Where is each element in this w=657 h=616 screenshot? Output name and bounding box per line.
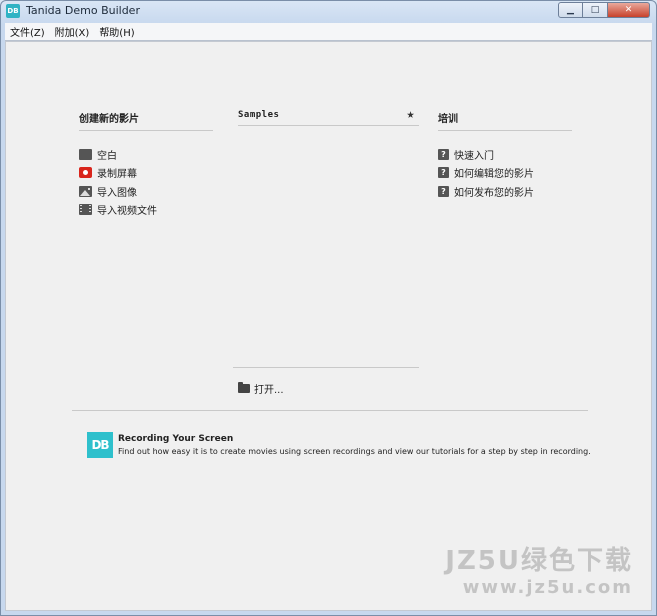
menu-bar: 文件(Z) 附加(X) 帮助(H)	[5, 23, 652, 41]
training-edit-link[interactable]: ? 如何编辑您的影片	[438, 164, 572, 183]
training-edit-label: 如何编辑您的影片	[454, 169, 534, 181]
folder-icon	[238, 382, 250, 393]
training-quickstart-link[interactable]: ? 快速入门	[438, 145, 572, 164]
watermark-line1: JZ5U绿色下载	[445, 546, 633, 576]
minimize-button[interactable]: ▁	[558, 2, 583, 18]
open-file-link[interactable]: 打开...	[238, 381, 284, 396]
tip-description: Find out how easy it is to create movies…	[118, 447, 591, 456]
create-section: 创建新的影片 空白 录制屏幕 导入图像 导入视频文件	[79, 110, 213, 219]
tip-title: Recording Your Screen	[118, 434, 234, 444]
record-icon	[79, 167, 92, 179]
samples-divider	[233, 367, 419, 368]
training-section: 培训 ? 快速入门 ? 如何编辑您的影片 ? 如何发布您的影片	[438, 110, 572, 201]
training-quickstart-label: 快速入门	[454, 150, 494, 162]
record-screen-link[interactable]: 录制屏幕	[79, 164, 213, 183]
start-panel: 创建新的影片 空白 录制屏幕 导入图像 导入视频文件 Samples ★ 打开.…	[5, 41, 652, 611]
training-publish-label: 如何发布您的影片	[454, 187, 534, 199]
samples-section: Samples ★	[238, 107, 419, 126]
app-window: DB Tanida Demo Builder ▁ □ ✕ 文件(Z) 附加(X)…	[0, 0, 657, 616]
title-bar: DB Tanida Demo Builder ▁ □ ✕	[1, 1, 656, 21]
training-heading: 培训	[438, 110, 572, 131]
star-icon[interactable]: ★	[407, 107, 415, 122]
help-icon: ?	[438, 167, 449, 179]
watermark: JZ5U绿色下载 www.jz5u.com	[445, 540, 633, 598]
section-divider	[72, 410, 588, 411]
create-heading: 创建新的影片	[79, 110, 213, 131]
create-blank-label: 空白	[97, 150, 117, 162]
tip-panel[interactable]: DB Recording Your Screen Find out how ea…	[87, 432, 591, 458]
import-video-link[interactable]: 导入视频文件	[79, 201, 213, 220]
app-logo-icon: DB	[6, 4, 20, 18]
menu-help[interactable]: 帮助(H)	[94, 24, 139, 39]
watermark-line2: www.jz5u.com	[462, 577, 633, 598]
samples-heading: Samples ★	[238, 107, 419, 126]
maximize-button[interactable]: □	[583, 2, 608, 18]
help-icon: ?	[438, 148, 449, 160]
db-logo-icon: DB	[87, 432, 113, 458]
close-button[interactable]: ✕	[608, 2, 650, 18]
window-title: Tanida Demo Builder	[26, 4, 140, 17]
record-screen-label: 录制屏幕	[97, 169, 137, 181]
film-icon	[79, 204, 92, 216]
import-images-label: 导入图像	[97, 187, 137, 199]
samples-heading-label: Samples	[238, 110, 280, 120]
image-icon	[79, 185, 92, 197]
menu-file[interactable]: 文件(Z)	[5, 24, 50, 39]
help-icon: ?	[438, 185, 449, 197]
open-file-label: 打开...	[254, 385, 284, 396]
blank-icon	[79, 148, 92, 160]
import-images-link[interactable]: 导入图像	[79, 182, 213, 201]
training-publish-link[interactable]: ? 如何发布您的影片	[438, 182, 572, 201]
menu-extras[interactable]: 附加(X)	[50, 24, 95, 39]
create-blank-link[interactable]: 空白	[79, 145, 213, 164]
import-video-label: 导入视频文件	[97, 206, 157, 218]
